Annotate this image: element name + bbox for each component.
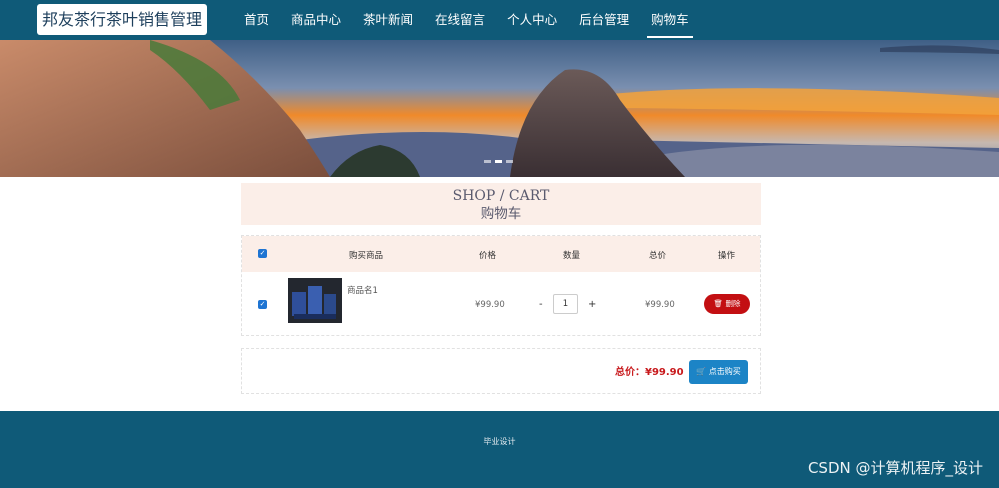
product-subtotal: ¥99.90: [645, 300, 675, 310]
main-nav: 首页 商品中心 茶叶新闻 在线留言 个人中心 后台管理 购物车: [236, 0, 703, 40]
nav-admin[interactable]: 后台管理: [571, 0, 637, 40]
nav-home[interactable]: 首页: [236, 0, 277, 40]
hero-banner: [0, 40, 999, 177]
product-price: ¥99.90: [475, 300, 505, 310]
banner-carousel-dots: [484, 160, 513, 163]
col-quantity: 数量: [563, 251, 581, 261]
nav-tea-news[interactable]: 茶叶新闻: [355, 0, 421, 40]
cart-summary: 总价：¥99.90 🛒 点击购买: [241, 348, 761, 394]
col-subtotal: 总价: [649, 251, 667, 261]
nav-products[interactable]: 商品中心: [283, 0, 349, 40]
cart-title-cn: 购物车: [480, 206, 522, 222]
carousel-dot-2[interactable]: [495, 160, 502, 163]
delete-label: 删除: [725, 299, 741, 308]
total-price: 总价：¥99.90: [615, 367, 684, 378]
top-navbar: 邦友茶行茶叶销售管理 首页 商品中心 茶叶新闻 在线留言 个人中心 后台管理 购…: [0, 0, 999, 40]
product-thumbnail[interactable]: [288, 278, 342, 323]
nav-personal-center[interactable]: 个人中心: [499, 0, 565, 40]
site-logo[interactable]: 邦友茶行茶叶销售管理: [37, 4, 207, 35]
cart-table-header: ✓ 购买商品 价格 数量 总价 操作: [242, 236, 760, 272]
checkout-label: 点击购买: [708, 367, 741, 376]
banner-landscape-image: [0, 40, 999, 177]
delete-button[interactable]: 🗑 删除: [704, 294, 750, 314]
select-all-checkbox[interactable]: ✓: [258, 249, 267, 258]
quantity-increase-button[interactable]: +: [588, 299, 596, 310]
carousel-dot-1[interactable]: [484, 160, 491, 163]
col-price: 价格: [479, 251, 497, 261]
product-name[interactable]: 商品名1: [347, 284, 378, 296]
col-product: 购买商品: [349, 251, 384, 261]
nav-messages[interactable]: 在线留言: [427, 0, 493, 40]
quantity-input[interactable]: 1: [553, 294, 578, 314]
col-actions: 操作: [718, 251, 736, 261]
tea-box-icon: [288, 278, 342, 323]
cart-title-en: SHOP / CART: [452, 188, 550, 204]
quantity-decrease-button[interactable]: -: [539, 299, 543, 310]
checkout-button[interactable]: 🛒 点击购买: [689, 360, 748, 384]
row-checkbox[interactable]: ✓: [258, 300, 267, 309]
carousel-dot-3[interactable]: [506, 160, 513, 163]
footer-text: 毕业设计: [483, 437, 516, 446]
cart-title-box: SHOP / CART 购物车: [241, 183, 761, 225]
csdn-watermark: CSDN @计算机程序_设计: [807, 459, 983, 477]
cart-table: ✓ 购买商品 价格 数量 总价 操作 ✓ 商品名1 ¥99.90 - 1 + ¥…: [241, 235, 761, 336]
trash-icon: 🗑: [713, 299, 724, 308]
cart-icon: 🛒: [696, 367, 707, 376]
nav-cart[interactable]: 购物车: [643, 0, 697, 40]
footer: 毕业设计 CSDN @计算机程序_设计: [0, 411, 999, 488]
